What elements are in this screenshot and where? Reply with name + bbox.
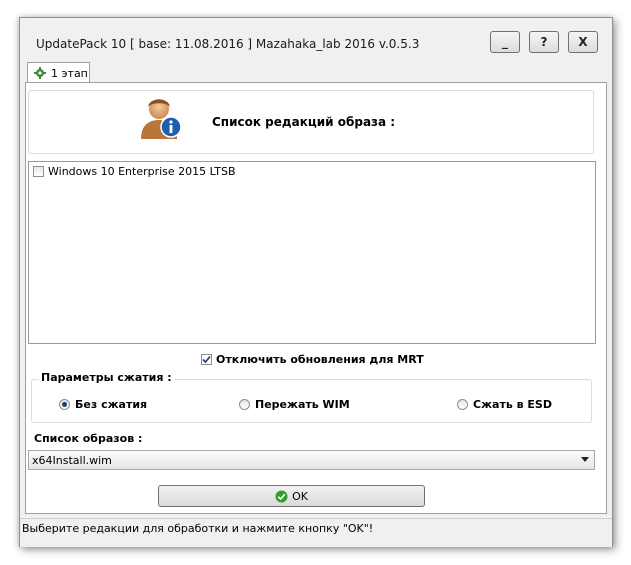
tab-stage-1[interactable]: 1 этап [27, 62, 90, 83]
tab-bar: 1 этап [25, 62, 607, 83]
radio-button[interactable] [239, 399, 250, 410]
minimize-button[interactable]: _ [490, 31, 520, 53]
green-check-icon [275, 490, 288, 502]
radio-button[interactable] [457, 399, 468, 410]
mrt-checkbox[interactable] [201, 354, 212, 365]
edition-checkbox[interactable] [33, 166, 44, 177]
compression-group: Параметры сжатия : Без сжатия Пережать W… [31, 371, 592, 423]
radio-recompress-wim[interactable]: Пережать WIM [239, 398, 350, 411]
images-label: Список образов : [34, 432, 143, 445]
tab-panel: Список редакций образа : Windows 10 Ente… [25, 82, 607, 514]
title-bar[interactable]: UpdatePack 10 [ base: 11.08.2016 ] Mazah… [20, 18, 612, 62]
settings-icon [34, 67, 46, 79]
radio-button[interactable] [59, 399, 70, 410]
images-select[interactable]: x64Install.wim [28, 450, 595, 470]
user-info-icon [141, 99, 182, 139]
radio-no-compression[interactable]: Без сжатия [59, 398, 147, 411]
radio-compress-esd[interactable]: Сжать в ESD [457, 398, 552, 411]
editions-list[interactable]: Windows 10 Enterprise 2015 LTSB [28, 161, 596, 344]
radio-label: Пережать WIM [255, 398, 350, 411]
app-window: UpdatePack 10 [ base: 11.08.2016 ] Mazah… [19, 17, 613, 547]
header-box: Список редакций образа : [28, 90, 594, 154]
mrt-option[interactable]: Отключить обновления для MRT [201, 353, 424, 366]
status-bar: Выберите редакции для обработки и нажмит… [20, 518, 612, 547]
mrt-label: Отключить обновления для MRT [216, 353, 424, 366]
close-button[interactable]: X [568, 31, 598, 53]
chevron-down-icon[interactable] [581, 457, 589, 462]
radio-label: Без сжатия [75, 398, 148, 411]
checkmark-icon [202, 355, 211, 364]
header-title: Список редакций образа : [212, 115, 396, 129]
ok-label: OK [292, 489, 308, 503]
status-text: Выберите редакции для обработки и нажмит… [22, 522, 374, 535]
ok-button[interactable]: OK [158, 485, 425, 507]
images-select-value: x64Install.wim [32, 453, 112, 467]
tab-label: 1 этап [51, 66, 88, 80]
radio-label: Сжать в ESD [473, 398, 552, 411]
window-title: UpdatePack 10 [ base: 11.08.2016 ] Mazah… [36, 37, 420, 51]
help-button[interactable]: ? [529, 31, 559, 53]
compression-title: Параметры сжатия : [39, 371, 174, 384]
edition-label: Windows 10 Enterprise 2015 LTSB [48, 165, 236, 178]
list-item[interactable]: Windows 10 Enterprise 2015 LTSB [33, 165, 236, 178]
